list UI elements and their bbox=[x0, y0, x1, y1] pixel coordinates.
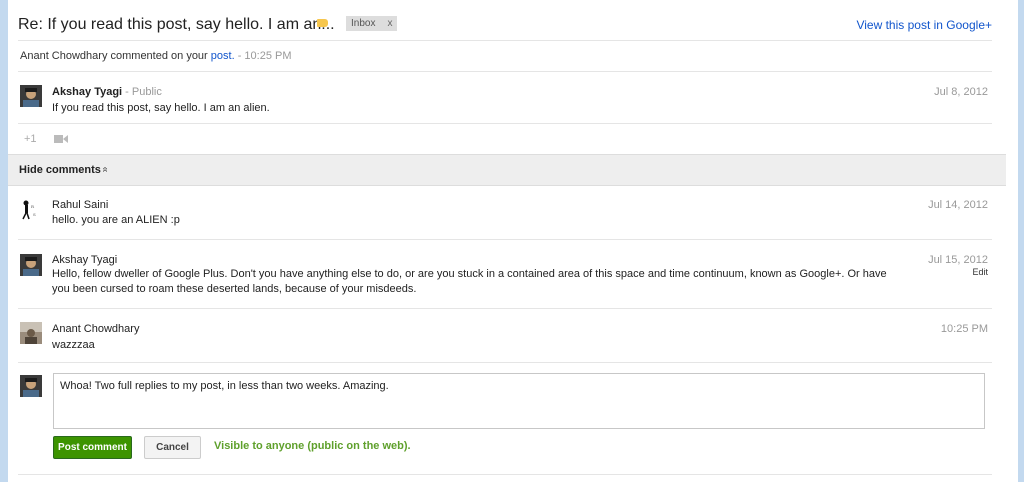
comment-text: wazzzaa bbox=[52, 339, 95, 351]
avatar bbox=[20, 375, 42, 397]
notification-text: Anant Chowdhary commented on your bbox=[20, 50, 211, 62]
divider bbox=[18, 71, 992, 72]
comment-text: hello. you are an ALIEN :p bbox=[52, 214, 180, 226]
hide-comments-label[interactable]: Hide comments bbox=[19, 164, 101, 176]
divider bbox=[18, 123, 992, 124]
avatar[interactable] bbox=[20, 85, 42, 107]
important-label-icon[interactable] bbox=[317, 19, 328, 27]
notification-time: 10:25 PM bbox=[244, 50, 292, 62]
comment-author[interactable]: Akshay Tyagi bbox=[52, 254, 117, 266]
comment-text: Hello, fellow dweller of Google Plus. Do… bbox=[52, 268, 887, 295]
remove-label-icon[interactable]: x bbox=[387, 18, 392, 29]
comment-date: Jul 14, 2012 bbox=[928, 199, 988, 211]
svg-text:S: S bbox=[33, 212, 36, 217]
post-visibility: - Public bbox=[122, 86, 162, 98]
view-in-google-plus-link[interactable]: View this post in Google+ bbox=[856, 18, 992, 32]
post-link[interactable]: post. bbox=[211, 50, 235, 62]
avatar[interactable] bbox=[20, 322, 42, 344]
post-author-name[interactable]: Akshay Tyagi bbox=[52, 86, 122, 98]
post-comment-button[interactable]: Post comment bbox=[53, 436, 132, 459]
post-date: Jul 8, 2012 bbox=[934, 86, 988, 98]
notification-separator: - bbox=[234, 50, 245, 62]
plus-one-button[interactable]: +1 bbox=[24, 133, 37, 145]
comment-date: 10:25 PM bbox=[940, 323, 988, 335]
divider bbox=[18, 474, 992, 475]
comment-author[interactable]: Rahul Saini bbox=[52, 199, 108, 211]
divider bbox=[18, 239, 992, 240]
email-subject: Re: If you read this post, say hello. I … bbox=[18, 16, 335, 33]
divider bbox=[18, 40, 992, 41]
comment-date: Jul 15, 2012 bbox=[928, 254, 988, 266]
edit-comment-link[interactable]: Edit bbox=[972, 267, 988, 277]
avatar[interactable] bbox=[20, 254, 42, 276]
avatar[interactable]: R S bbox=[20, 198, 42, 220]
post-text: If you read this post, say hello. I am a… bbox=[52, 102, 270, 114]
inbox-label-chip[interactable]: Inbox x bbox=[346, 16, 398, 31]
notification-line: Anant Chowdhary commented on your post. … bbox=[20, 50, 292, 62]
comment-author[interactable]: Anant Chowdhary bbox=[52, 323, 139, 335]
hangout-video-icon[interactable] bbox=[54, 134, 68, 144]
divider bbox=[18, 308, 992, 309]
post-author[interactable]: Akshay Tyagi - Public bbox=[52, 86, 162, 98]
comment-input[interactable]: Whoa! Two full replies to my post, in le… bbox=[53, 373, 985, 429]
inbox-label-text: Inbox bbox=[351, 18, 376, 29]
collapse-chevron-icon[interactable]: » bbox=[99, 167, 110, 173]
email-thread-panel: Re: If you read this post, say hello. I … bbox=[8, 0, 1018, 482]
divider bbox=[18, 362, 992, 363]
hide-comments-bar[interactable]: Hide comments » bbox=[8, 154, 1006, 186]
visibility-note: Visible to anyone (public on the web). bbox=[214, 440, 411, 452]
cancel-button[interactable]: Cancel bbox=[144, 436, 201, 459]
